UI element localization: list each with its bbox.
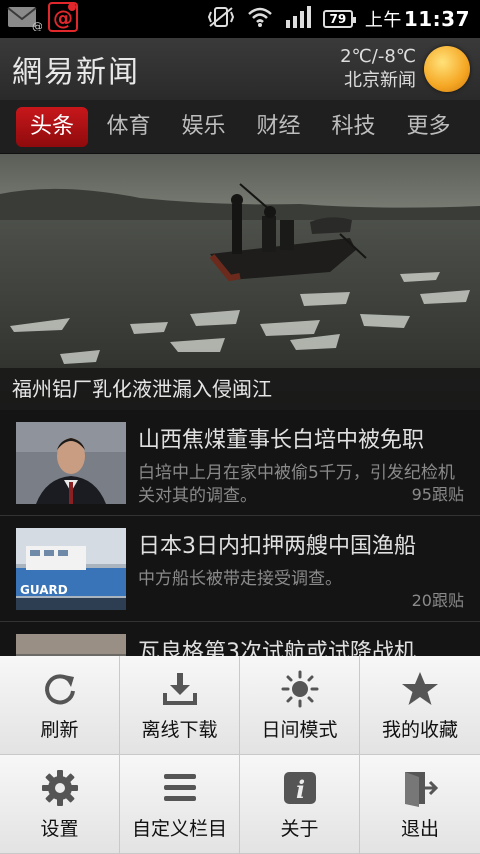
comment-count: 95跟贴 — [411, 485, 464, 504]
refresh-icon — [40, 669, 80, 709]
menu-label: 关于 — [280, 817, 319, 840]
category-tabs: 头条 体育 娱乐 财经 科技 更多 — [0, 100, 480, 154]
weather-sun-icon[interactable] — [424, 46, 470, 92]
battery-icon: 79 — [322, 10, 356, 28]
menu-label: 设置 — [40, 817, 79, 840]
about-button[interactable]: i 关于 — [240, 755, 360, 854]
customize-columns-button[interactable]: 自定义栏目 — [120, 755, 240, 854]
weather-location: 北京新闻 — [344, 70, 416, 91]
offline-download-button[interactable]: 离线下载 — [120, 656, 240, 755]
sun-icon — [280, 669, 320, 709]
day-mode-button[interactable]: 日间模式 — [240, 656, 360, 755]
tab-sports[interactable]: 体育 — [91, 107, 166, 147]
list-item[interactable]: GUARD 日本3日内扣押两艘中国渔船 中方船长被带走接受调查。 20跟贴 — [0, 516, 480, 622]
gear-icon — [40, 768, 80, 808]
tab-technology[interactable]: 科技 — [316, 107, 391, 147]
tab-headlines[interactable]: 头条 — [16, 106, 88, 147]
tab-entertainment[interactable]: 娱乐 — [166, 107, 241, 147]
list-icon — [160, 768, 200, 808]
svg-text:GUARD: GUARD — [20, 583, 68, 597]
netease-notification-icon[interactable]: @ — [48, 2, 78, 36]
hero-caption: 福州铝厂乳化液泄漏入侵闽江 — [0, 368, 480, 410]
exit-button[interactable]: 退出 — [360, 755, 480, 854]
news-list: 山西焦煤董事长白培中被免职 白培中上月在家中被偷5千万，引发纪检机关对其的调查。… — [0, 410, 480, 660]
app-logo: 網易新闻 — [12, 55, 140, 90]
star-icon — [400, 669, 440, 709]
menu-label: 自定义栏目 — [131, 817, 227, 840]
svg-text:@: @ — [32, 20, 42, 31]
list-item[interactable]: 瓦良格第3次试航或试降战机 — [0, 622, 480, 660]
weather-temperature: 2℃/-8℃ — [340, 46, 416, 67]
favorites-button[interactable]: 我的收藏 — [360, 656, 480, 755]
list-item[interactable]: 山西焦煤董事长白培中被免职 白培中上月在家中被偷5千万，引发纪检机关对其的调查。… — [0, 410, 480, 516]
menu-label: 我的收藏 — [381, 718, 458, 741]
wifi-icon — [247, 6, 273, 32]
tab-finance[interactable]: 财经 — [241, 107, 316, 147]
download-icon — [160, 669, 200, 709]
news-thumbnail: GUARD — [16, 528, 126, 610]
weather-widget[interactable]: 2℃/-8℃ 北京新闻 — [340, 45, 424, 93]
menu-label: 离线下载 — [141, 718, 218, 741]
news-title: 日本3日内扣押两艘中国渔船 — [138, 534, 416, 559]
clock: 上午 11:37 — [364, 7, 470, 31]
info-icon: i — [280, 768, 320, 808]
mail-notification-icon[interactable]: @ — [6, 3, 43, 35]
menu-label: 日间模式 — [261, 718, 338, 741]
status-bar: @ @ 79 上午 11:37 — [0, 0, 480, 38]
vibrate-icon — [207, 5, 235, 33]
svg-text:i: i — [296, 775, 305, 804]
hero-story[interactable]: 福州铝厂乳化液泄漏入侵闽江 — [0, 154, 480, 410]
menu-label: 退出 — [400, 817, 439, 840]
settings-button[interactable]: 设置 — [0, 755, 120, 854]
news-thumbnail — [16, 422, 126, 504]
exit-icon — [400, 768, 440, 808]
tab-more[interactable]: 更多 — [391, 107, 466, 147]
signal-icon — [285, 6, 311, 32]
comment-count: 20跟贴 — [411, 591, 464, 610]
options-menu: 刷新 离线下载 日间模式 我的收藏 设置 自定义栏目 i 关于 退出 — [0, 656, 480, 854]
refresh-button[interactable]: 刷新 — [0, 656, 120, 755]
menu-label: 刷新 — [40, 718, 79, 741]
app-header: 網易新闻 2℃/-8℃ 北京新闻 — [0, 38, 480, 100]
news-title: 山西焦煤董事长白培中被免职 — [138, 428, 425, 453]
